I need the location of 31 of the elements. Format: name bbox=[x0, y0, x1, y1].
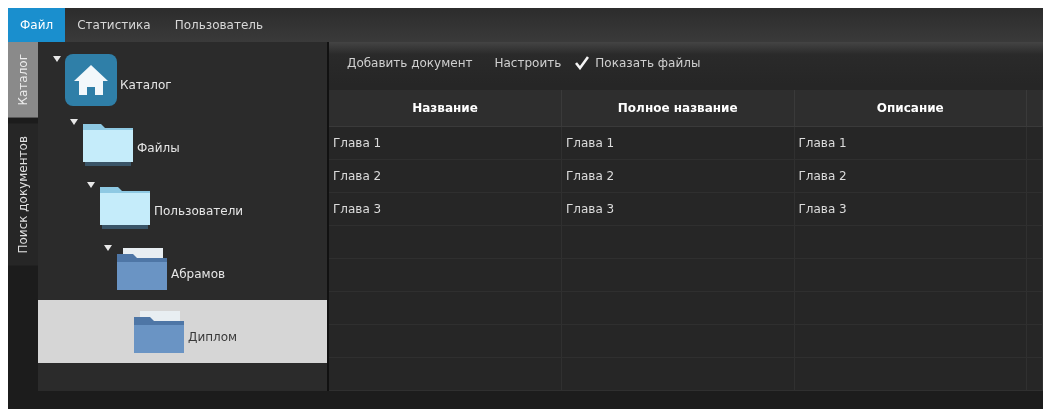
table-cell: Глава 1 bbox=[329, 126, 562, 160]
toolbar-button[interactable]: Добавить документ bbox=[339, 52, 481, 74]
table-cell: Глава 2 bbox=[794, 159, 1027, 193]
table-cell: Глава 1 bbox=[561, 126, 794, 160]
expander-icon[interactable] bbox=[69, 117, 79, 127]
table-cell: Глава 2 bbox=[329, 159, 562, 193]
menu-item[interactable]: Файл bbox=[8, 8, 66, 42]
menu-item[interactable]: Статистика bbox=[65, 8, 163, 42]
tree-label[interactable]: Пользователи bbox=[154, 203, 244, 218]
table-cell: Глава 3 bbox=[329, 192, 562, 226]
tree-label[interactable]: Абрамов bbox=[171, 266, 226, 281]
table-cell: Глава 3 bbox=[561, 192, 794, 226]
side-tab[interactable]: Поиск документов bbox=[8, 123, 38, 266]
column-header[interactable]: Описание bbox=[794, 90, 1027, 127]
column-header[interactable]: Полное название bbox=[561, 90, 794, 127]
toolbar-button[interactable]: Настроить bbox=[486, 52, 570, 74]
table-cell: Глава 3 bbox=[794, 192, 1027, 226]
home-icon bbox=[64, 52, 118, 107]
table-cell: Глава 1 bbox=[794, 126, 1027, 160]
checkbox[interactable] bbox=[575, 56, 590, 70]
tree-label[interactable]: Каталог bbox=[120, 77, 172, 92]
expander-icon[interactable] bbox=[52, 54, 62, 64]
tree-label[interactable]: Файлы bbox=[137, 140, 180, 155]
tree-label[interactable]: Диплом bbox=[188, 329, 238, 344]
table-cell: Глава 2 bbox=[561, 159, 794, 193]
menu-item[interactable]: Пользователь bbox=[162, 8, 276, 42]
selected-row[interactable]: Диплом bbox=[38, 300, 327, 363]
expander-icon[interactable] bbox=[103, 243, 113, 253]
expander-icon[interactable] bbox=[86, 180, 96, 190]
checkbox-label: Показать файлы bbox=[595, 56, 701, 70]
column-header[interactable]: Название bbox=[329, 90, 562, 127]
